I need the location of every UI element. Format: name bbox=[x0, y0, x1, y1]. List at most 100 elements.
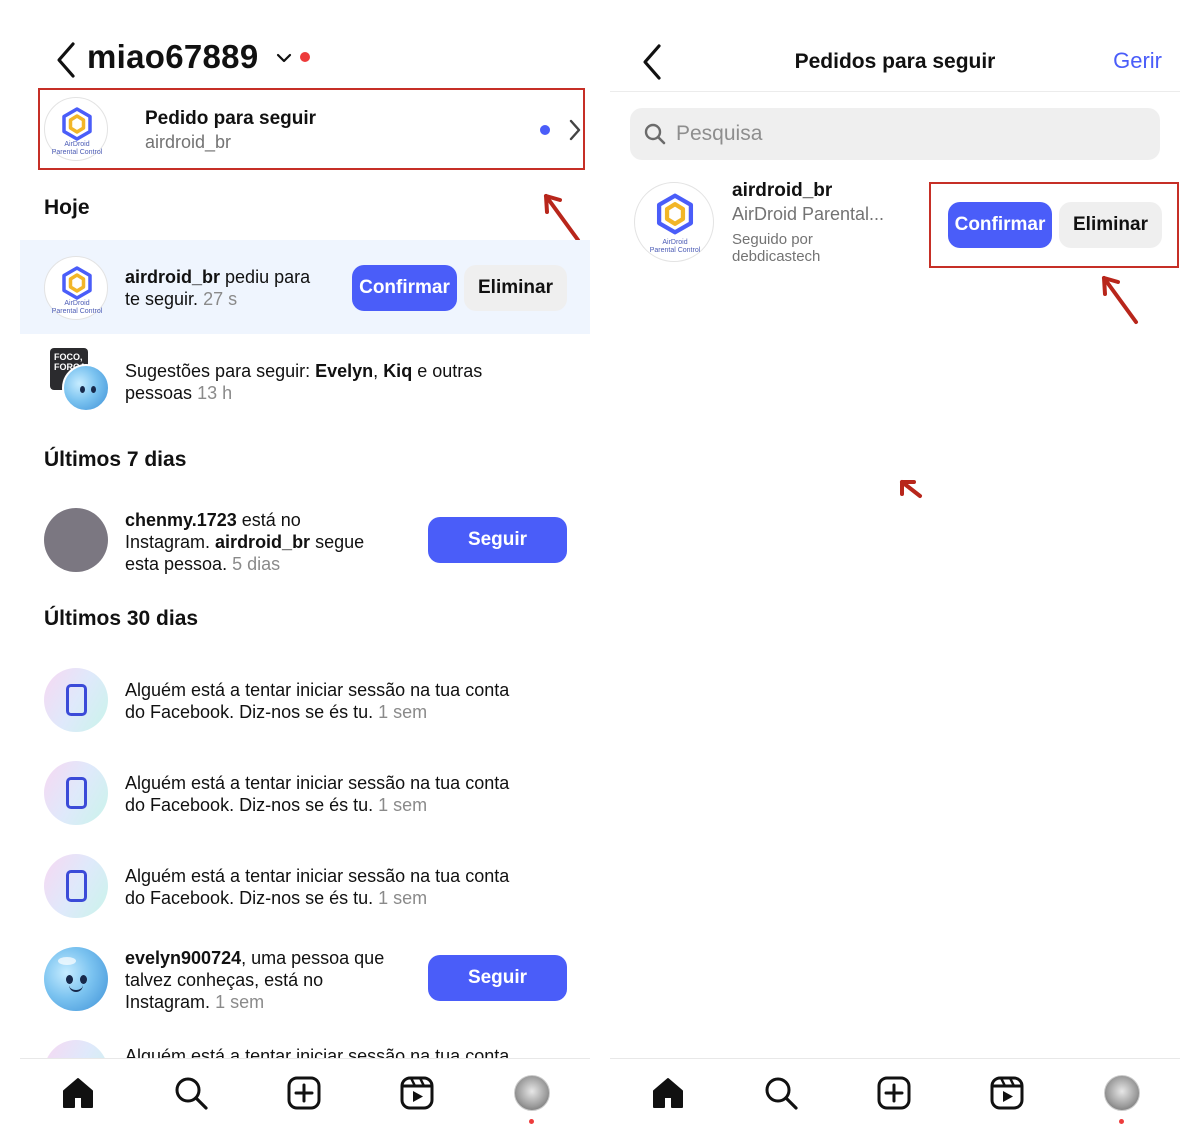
section-heading-today: Hoje bbox=[44, 196, 90, 219]
notification-text: airdroid_br pediu para te seguir. 27 s bbox=[125, 266, 310, 310]
tab-profile-avatar[interactable] bbox=[1104, 1075, 1140, 1111]
phone-icon bbox=[66, 777, 87, 809]
login-alert-line: do Facebook. Diz-nos se és tu. bbox=[125, 795, 374, 815]
notification-text-part: talvez conheças, está no bbox=[125, 970, 324, 990]
reels-icon bbox=[990, 1076, 1024, 1110]
notification-text-part: te seguir. bbox=[125, 289, 199, 309]
activity-panel: miao67889 AirDroid Parental Control Pedi… bbox=[20, 0, 590, 1133]
notification-username[interactable]: evelyn900724 bbox=[125, 948, 241, 968]
login-alert-line: Alguém está a tentar iniciar sessão na t… bbox=[125, 680, 510, 700]
home-icon bbox=[63, 1078, 93, 1108]
airdroid-avatar[interactable]: AirDroid Parental Control bbox=[44, 256, 108, 320]
follow-request-username: airdroid_br bbox=[145, 132, 232, 152]
login-alert-text[interactable]: Alguém está a tentar iniciar sessão na t… bbox=[125, 772, 509, 816]
suggestions-line2: pessoas bbox=[125, 383, 193, 403]
notification-text: evelyn900724, uma pessoa que talvez conh… bbox=[125, 947, 384, 1013]
tab-explore[interactable] bbox=[763, 1075, 803, 1115]
suggestions-text[interactable]: Sugestões para seguir: Evelyn, Kiq e out… bbox=[125, 360, 482, 404]
avatar-shine bbox=[58, 957, 76, 965]
activity-header: miao67889 bbox=[20, 30, 590, 86]
tab-create[interactable] bbox=[876, 1075, 916, 1115]
explore-icon bbox=[765, 1077, 798, 1110]
confirm-button[interactable]: Confirmar bbox=[948, 202, 1052, 248]
suggestion-name[interactable]: Kiq bbox=[383, 361, 412, 381]
follow-button[interactable]: Seguir bbox=[428, 517, 567, 563]
notification-text-part: , uma pessoa que bbox=[241, 948, 385, 968]
search-icon bbox=[644, 123, 666, 145]
phone-icon bbox=[66, 684, 87, 716]
search-input[interactable] bbox=[676, 108, 1146, 160]
airdroid-avatar: AirDroid Parental Control bbox=[44, 97, 108, 161]
login-alert-avatar[interactable] bbox=[44, 668, 108, 732]
annotation-arrow-icon bbox=[900, 480, 922, 498]
tab-home[interactable] bbox=[60, 1075, 100, 1115]
tab-profile-avatar[interactable] bbox=[514, 1075, 550, 1111]
login-alert-line: Alguém está a tentar iniciar sessão na t… bbox=[125, 866, 510, 886]
annotation-arrow-icon bbox=[544, 194, 580, 242]
notification-time: 5 dias bbox=[232, 554, 281, 574]
login-alert-avatar[interactable] bbox=[44, 761, 108, 825]
logo-caption: AirDroid bbox=[64, 300, 90, 307]
tab-reels[interactable] bbox=[399, 1075, 439, 1115]
avatar-smile bbox=[69, 985, 83, 992]
tab-reels[interactable] bbox=[989, 1075, 1029, 1115]
airdroid-avatar[interactable]: AirDroid Parental Control bbox=[634, 182, 714, 262]
login-alert-line: Alguém está a tentar iniciar sessão na t… bbox=[125, 773, 510, 793]
airdroid-logo-icon bbox=[62, 107, 92, 141]
suggestion-avatar-blob bbox=[62, 364, 110, 412]
delete-button[interactable]: Eliminar bbox=[1059, 202, 1162, 248]
suggestions-suffix: e outras bbox=[412, 361, 483, 381]
manage-button[interactable]: Gerir bbox=[1113, 48, 1162, 74]
profile-notification-dot bbox=[1119, 1119, 1124, 1124]
login-alert-text[interactable]: Alguém está a tentar iniciar sessão na t… bbox=[125, 865, 509, 909]
follow-button[interactable]: Seguir bbox=[428, 955, 567, 1001]
tab-explore[interactable] bbox=[173, 1075, 213, 1115]
notification-time: 27 s bbox=[203, 289, 238, 309]
chevron-right-icon bbox=[569, 119, 581, 141]
suggestions-prefix: Sugestões para seguir: bbox=[125, 361, 316, 381]
logo-caption: Parental Control bbox=[51, 308, 103, 315]
follow-requests-header: Pedidos para seguir Gerir bbox=[610, 30, 1180, 92]
back-chevron-icon[interactable] bbox=[54, 40, 78, 80]
phone-icon bbox=[66, 870, 87, 902]
login-alert-line: do Facebook. Diz-nos se és tu. bbox=[125, 702, 374, 722]
suggestions-sep: , bbox=[373, 361, 384, 381]
notification-username[interactable]: airdroid_br bbox=[125, 267, 220, 287]
avatar[interactable] bbox=[44, 508, 108, 572]
logo-caption: AirDroid bbox=[662, 239, 688, 246]
section-heading-last-7-days: Últimos 7 dias bbox=[44, 448, 187, 471]
notification-text: chenmy.1723 está no Instagram. airdroid_… bbox=[125, 509, 364, 575]
create-post-icon bbox=[877, 1076, 911, 1110]
explore-icon bbox=[175, 1077, 208, 1110]
bottom-tab-bar bbox=[20, 1058, 590, 1133]
account-username[interactable]: miao67889 bbox=[87, 38, 259, 76]
notification-text-part: esta pessoa. bbox=[125, 554, 228, 574]
request-fullname: AirDroid Parental... bbox=[732, 204, 885, 224]
create-post-icon bbox=[287, 1076, 321, 1110]
request-username: airdroid_br bbox=[732, 180, 833, 201]
tab-home[interactable] bbox=[650, 1075, 690, 1115]
follow-request-title: Pedido para seguir bbox=[145, 108, 317, 129]
login-alert-avatar[interactable] bbox=[44, 854, 108, 918]
notification-time: 1 sem bbox=[378, 795, 428, 815]
confirm-button[interactable]: Confirmar bbox=[352, 265, 457, 311]
notification-username[interactable]: chenmy.1723 bbox=[125, 510, 237, 530]
follow-requests-row[interactable]: AirDroid Parental Control Pedido para se… bbox=[40, 90, 583, 168]
login-alert-text[interactable]: Alguém está a tentar iniciar sessão na t… bbox=[125, 679, 509, 723]
logo-caption: Parental Control bbox=[51, 149, 103, 156]
suggestion-name[interactable]: Evelyn bbox=[315, 361, 373, 381]
delete-button[interactable]: Eliminar bbox=[464, 265, 567, 311]
notification-text-part: Instagram. bbox=[125, 532, 216, 552]
follow-requests-panel: Pedidos para seguir Gerir AirDroid Paren… bbox=[610, 0, 1180, 1133]
avatar-eye bbox=[91, 386, 96, 393]
suggestions-avatar[interactable]: FOCO, FORÇA bbox=[44, 346, 110, 416]
notification-time: 1 sem bbox=[215, 992, 265, 1012]
notification-username[interactable]: airdroid_br bbox=[215, 532, 310, 552]
search-bar[interactable] bbox=[630, 108, 1160, 160]
tab-create[interactable] bbox=[286, 1075, 326, 1115]
notification-follow-request[interactable]: AirDroid Parental Control airdroid_br pe… bbox=[20, 240, 590, 334]
profile-notification-dot bbox=[529, 1119, 534, 1124]
avatar[interactable] bbox=[44, 947, 108, 1011]
section-heading-last-30-days: Últimos 30 dias bbox=[44, 607, 199, 630]
chevron-down-icon[interactable] bbox=[276, 50, 292, 66]
